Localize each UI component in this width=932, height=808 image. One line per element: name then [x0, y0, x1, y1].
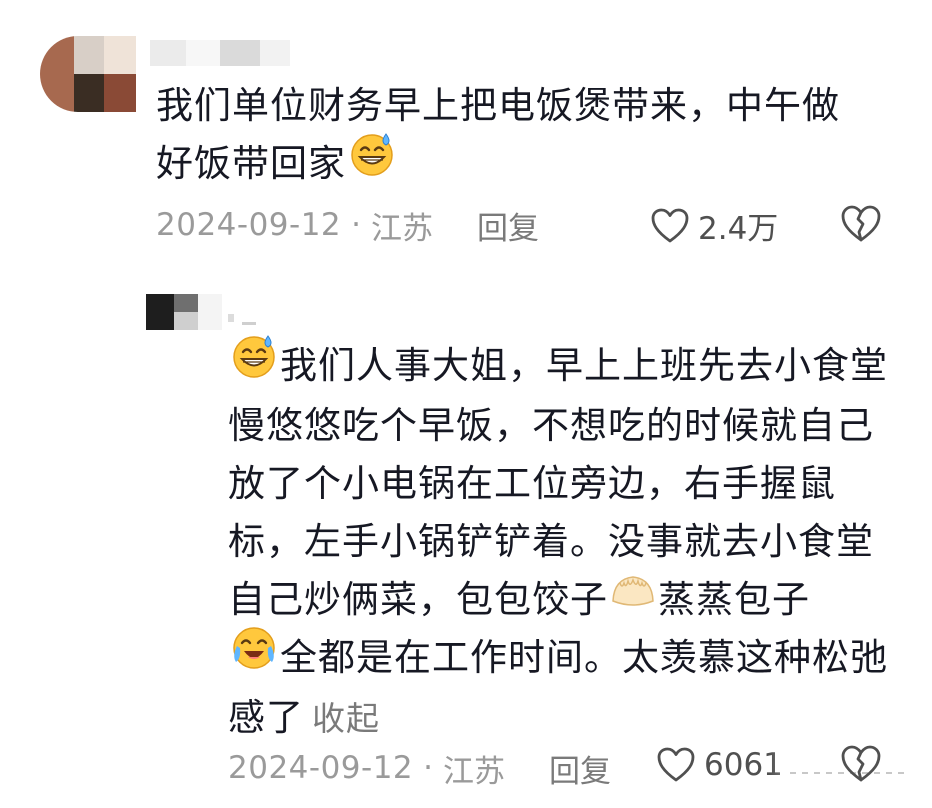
collapse-button[interactable]: 收起: [312, 699, 380, 738]
like-button[interactable]: 2.4万: [650, 203, 778, 248]
meta-separator: ·: [423, 750, 434, 786]
reply-date: 2024-09-12: [228, 750, 414, 786]
reply-meta: 2024-09-12 · 江苏 回复: [228, 746, 611, 790]
comment-text-fragment: 好饭带回家: [156, 142, 346, 185]
reply-button[interactable]: 回复: [477, 203, 539, 248]
grin-sweat-emoji-icon: [348, 130, 396, 195]
comment-date: 2024-09-12: [156, 207, 342, 243]
comment-meta: 2024-09-12 · 江苏 回复: [156, 203, 539, 247]
reply-text-segment: 蒸蒸包子: [658, 578, 810, 621]
comment-text-line: 我们单位财务早上把电饭煲带来，中午做: [156, 84, 840, 127]
heart-icon: [651, 208, 689, 242]
reply-comment-text: 我们人事大姐，早上上班先去小食堂慢悠悠吃个早饭，不想吃的时候就自己放了个小电锅在…: [228, 335, 908, 748]
meta-separator: ·: [351, 207, 362, 243]
comment-text-line: 好饭带回家: [156, 133, 896, 195]
commenter-avatar[interactable]: [40, 36, 136, 112]
dislike-button[interactable]: [840, 744, 882, 788]
dumpling-emoji-icon: [610, 570, 656, 628]
commenter-name-blurred[interactable]: [150, 40, 290, 66]
dislike-button[interactable]: [840, 204, 882, 248]
replier-name-blurred[interactable]: [228, 312, 268, 326]
laugh-cry-emoji-icon: [230, 624, 278, 689]
like-button[interactable]: 6061: [656, 746, 783, 784]
broken-heart-icon: [841, 745, 881, 782]
grin-sweat-emoji-icon: [230, 332, 278, 397]
reply-button[interactable]: 回复: [549, 746, 611, 791]
replier-avatar[interactable]: [146, 294, 222, 330]
comment-location: 江苏: [371, 210, 434, 247]
like-count: 2.4万: [698, 211, 779, 247]
comment-text: 我们单位财务早上把电饭煲带来，中午做 好饭带回家: [156, 77, 896, 195]
heart-icon: [657, 747, 695, 782]
reply-location: 江苏: [443, 753, 506, 790]
broken-heart-icon: [841, 205, 881, 242]
